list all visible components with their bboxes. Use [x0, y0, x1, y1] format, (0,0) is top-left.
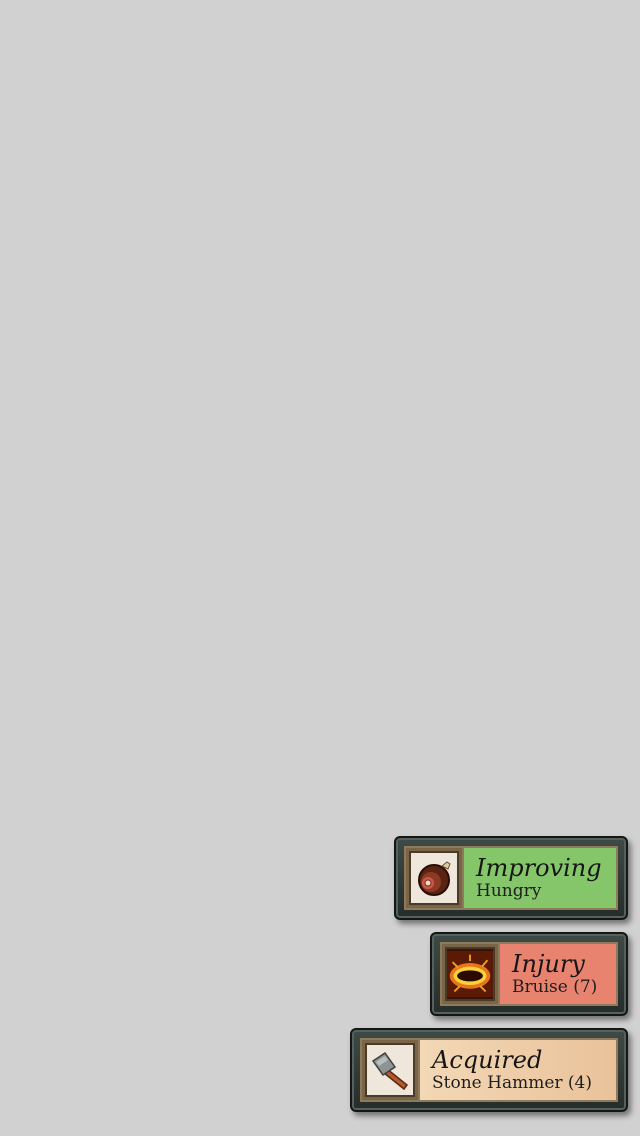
notification-title: Acquired [432, 1046, 543, 1074]
bruise-icon [447, 951, 493, 997]
icon-frame [362, 1040, 420, 1100]
notification-injury[interactable]: Injury Bruise (7) [430, 932, 628, 1016]
notification-subtitle: Stone Hammer (4) [432, 1073, 592, 1093]
meat-icon [418, 861, 451, 896]
notification-panel: Injury Bruise (7) [440, 942, 618, 1006]
notification-panel: Improving Hungry [404, 846, 618, 910]
notification-text: Injury Bruise (7) [500, 944, 616, 1004]
icon-frame [406, 848, 464, 908]
notification-title: Injury [512, 950, 585, 978]
hammer-icon [371, 1051, 409, 1091]
icon-frame [442, 944, 500, 1004]
notification-title: Improving [476, 854, 602, 882]
icon-slot [365, 1043, 415, 1097]
notification-improving[interactable]: Improving Hungry [394, 836, 628, 920]
notification-subtitle: Hungry [476, 881, 542, 901]
notification-acquired[interactable]: Acquired Stone Hammer (4) [350, 1028, 628, 1112]
icon-slot [445, 947, 495, 1001]
notification-subtitle: Bruise (7) [512, 977, 598, 997]
notification-text: Improving Hungry [464, 848, 616, 908]
icon-slot [409, 851, 459, 905]
notification-text: Acquired Stone Hammer (4) [420, 1040, 616, 1100]
notification-panel: Acquired Stone Hammer (4) [360, 1038, 618, 1102]
